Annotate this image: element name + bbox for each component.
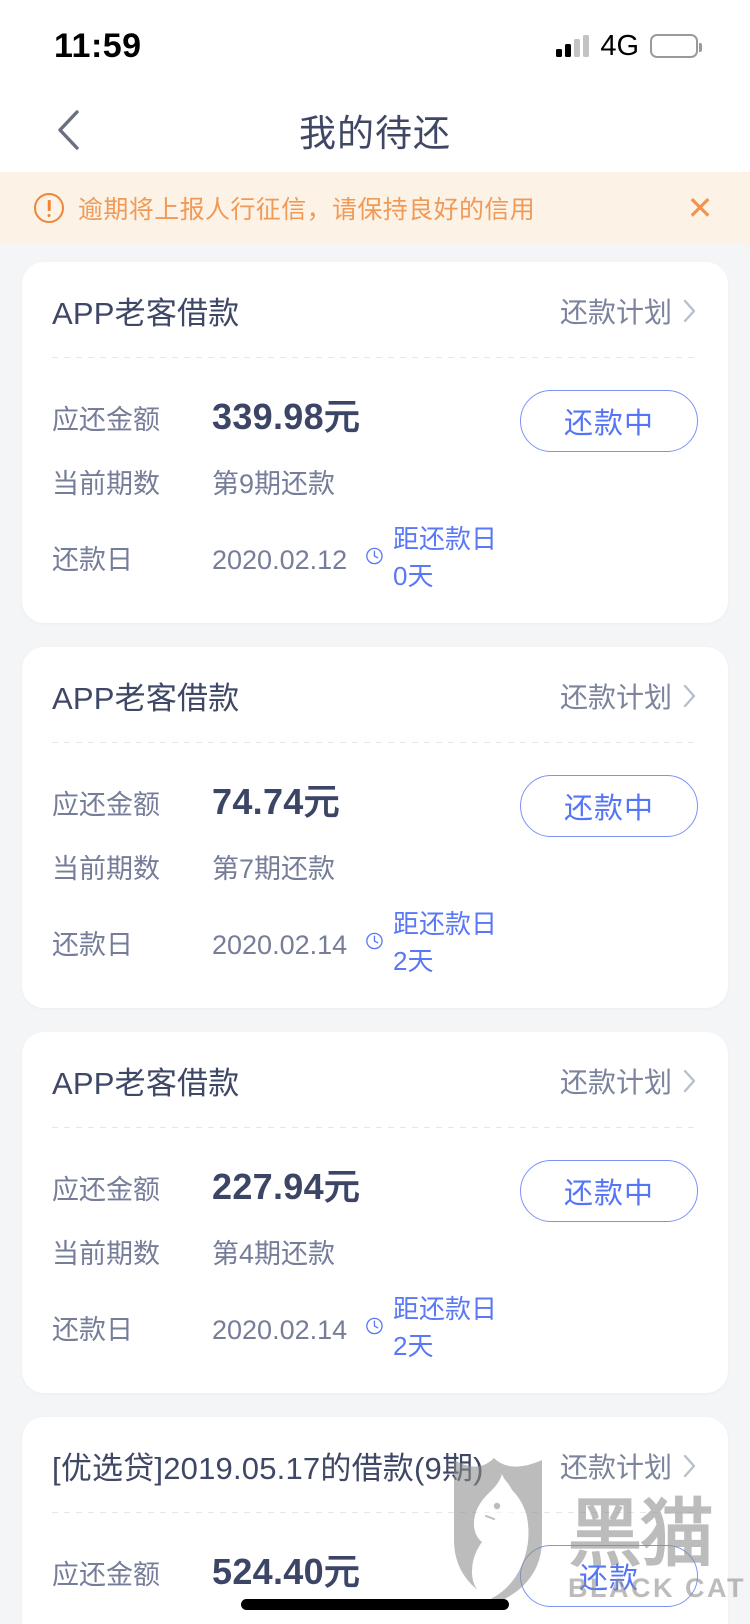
status-indicators: 4G [556, 29, 702, 63]
period-value: 第7期还款 [212, 854, 336, 884]
card-header: [优选贷]2019.05.17的借款(9期) 还款计划 [52, 1443, 698, 1512]
detail-rows: 应还金额 74.74元 当前期数 第7期还款 还款日 2020.02.14 距还… [52, 773, 498, 978]
phone-screen: 11:59 4G 我的待还 逾期将上报人行征信，请保持良好的信用 ✕ APP老客… [0, 0, 750, 1624]
repay-status-button[interactable]: 还款中 [520, 1160, 698, 1222]
repayment-plan-link[interactable]: 还款计划 [560, 1061, 698, 1101]
battery-icon [650, 34, 702, 58]
close-icon[interactable]: ✕ [678, 186, 722, 230]
card-header: APP老客借款 还款计划 [52, 673, 698, 742]
card-body: 应还金额 339.98元 当前期数 第9期还款 还款日 2020.02.12 距… [52, 358, 698, 593]
credit-warning-banner: 逾期将上报人行征信，请保持良好的信用 ✕ [0, 172, 750, 244]
amount-value: 227.94元 [212, 1166, 361, 1207]
countdown-text: 距还款日2天 [393, 909, 498, 976]
action-area: 还款 [498, 1543, 698, 1607]
status-time: 11:59 [54, 26, 142, 65]
due-date-label: 还款日 [52, 930, 133, 960]
countdown-badge: 距还款日2天 [365, 1289, 498, 1363]
repay-button[interactable]: 还款 [520, 1545, 698, 1607]
card-body: 应还金额 74.74元 当前期数 第7期还款 还款日 2020.02.14 距还… [52, 743, 698, 978]
due-date-label: 还款日 [52, 1315, 133, 1345]
countdown-badge: 距还款日0天 [365, 519, 498, 593]
detail-rows: 应还金额 524.40元 当前期数 第9期还款 还款日 2020.02.17 [52, 1543, 498, 1624]
due-date-label: 还款日 [52, 545, 133, 575]
detail-rows: 应还金额 227.94元 当前期数 第4期还款 还款日 2020.02.14 距… [52, 1158, 498, 1363]
clock-icon [366, 547, 383, 565]
amount-row: 应还金额 524.40元 [52, 1543, 498, 1595]
loan-title: APP老客借款 [52, 296, 240, 331]
period-label: 当前期数 [52, 1239, 160, 1269]
period-row: 当前期数 第9期还款 [52, 1617, 498, 1624]
nav-bar: 我的待还 [0, 88, 750, 172]
card-header: APP老客借款 还款计划 [52, 1058, 698, 1127]
chevron-right-icon [683, 1069, 696, 1092]
period-value: 第9期还款 [212, 1617, 335, 1624]
banner-text: 逾期将上报人行征信，请保持良好的信用 [78, 196, 536, 224]
period-value: 第4期还款 [212, 1239, 336, 1269]
period-value: 第9期还款 [212, 469, 336, 499]
period-label: 当前期数 [52, 1617, 212, 1624]
repayment-plan-link[interactable]: 还款计划 [560, 1446, 698, 1486]
due-date-value: 2020.02.12 [212, 545, 348, 575]
countdown-text: 距还款日2天 [393, 1294, 498, 1361]
amount-value: 524.40元 [212, 1551, 361, 1592]
loan-title: APP老客借款 [52, 1066, 240, 1101]
action-area: 还款中 [498, 773, 698, 837]
clock-icon [366, 932, 383, 950]
amount-value: 74.74元 [212, 781, 340, 822]
loan-card[interactable]: APP老客借款 还款计划 应还金额 339.98元 当前期数 第9期还款 还款日… [22, 262, 728, 623]
amount-label: 应还金额 [52, 1175, 160, 1205]
due-date-row: 还款日 2020.02.14 距还款日2天 [52, 904, 498, 978]
repayment-plan-label: 还款计划 [559, 1451, 672, 1483]
amount-row: 应还金额 339.98元 [52, 388, 498, 440]
chevron-left-icon [58, 110, 79, 150]
due-date-row: 还款日 2020.02.12 距还款日0天 [52, 519, 498, 593]
loan-card-list: APP老客借款 还款计划 应还金额 339.98元 当前期数 第9期还款 还款日… [0, 244, 750, 1624]
action-area: 还款中 [498, 1158, 698, 1222]
repayment-plan-label: 还款计划 [559, 296, 672, 328]
network-type-label: 4G [600, 29, 639, 62]
chevron-right-icon [683, 1454, 696, 1477]
period-row: 当前期数 第9期还款 [52, 462, 498, 501]
repayment-plan-link[interactable]: 还款计划 [560, 676, 698, 716]
amount-label: 应还金额 [52, 1560, 160, 1590]
amount-row: 应还金额 227.94元 [52, 1158, 498, 1210]
loan-card[interactable]: [优选贷]2019.05.17的借款(9期) 还款计划 应还金额 524.40元 [22, 1417, 728, 1624]
detail-rows: 应还金额 339.98元 当前期数 第9期还款 还款日 2020.02.12 距… [52, 388, 498, 593]
card-header: APP老客借款 还款计划 [52, 288, 698, 357]
action-area: 还款中 [498, 388, 698, 452]
repayment-plan-link[interactable]: 还款计划 [560, 291, 698, 331]
chevron-right-icon [683, 299, 696, 322]
amount-label: 应还金额 [52, 405, 160, 435]
loan-card[interactable]: APP老客借款 还款计划 应还金额 74.74元 当前期数 第7期还款 还款日 … [22, 647, 728, 1008]
countdown-text: 距还款日0天 [393, 524, 498, 591]
amount-label: 应还金额 [52, 790, 160, 820]
card-body: 应还金额 227.94元 当前期数 第4期还款 还款日 2020.02.14 距… [52, 1128, 698, 1363]
exclamation-circle-icon [34, 193, 64, 223]
due-date-value: 2020.02.14 [212, 930, 348, 960]
amount-row: 应还金额 74.74元 [52, 773, 498, 825]
clock-icon [366, 1317, 383, 1335]
amount-value: 339.98元 [212, 396, 361, 437]
back-button[interactable] [38, 100, 98, 160]
repay-status-button[interactable]: 还款中 [520, 390, 698, 452]
home-indicator [241, 1599, 509, 1610]
signal-bars-icon [556, 35, 590, 57]
loan-title: [优选贷]2019.05.17的借款(9期) [52, 1451, 484, 1486]
period-label: 当前期数 [52, 854, 160, 884]
status-bar: 11:59 4G [0, 0, 750, 88]
repayment-plan-label: 还款计划 [559, 681, 672, 713]
chevron-right-icon [683, 684, 696, 707]
repayment-plan-label: 还款计划 [559, 1066, 672, 1098]
due-date-value: 2020.02.14 [212, 1315, 348, 1345]
page-title: 我的待还 [299, 113, 451, 154]
due-date-row: 还款日 2020.02.14 距还款日2天 [52, 1289, 498, 1363]
period-row: 当前期数 第4期还款 [52, 1232, 498, 1271]
period-row: 当前期数 第7期还款 [52, 847, 498, 886]
period-label: 当前期数 [52, 469, 160, 499]
loan-card[interactable]: APP老客借款 还款计划 应还金额 227.94元 当前期数 第4期还款 还款日… [22, 1032, 728, 1393]
loan-title: APP老客借款 [52, 681, 240, 716]
countdown-badge: 距还款日2天 [365, 904, 498, 978]
repay-status-button[interactable]: 还款中 [520, 775, 698, 837]
